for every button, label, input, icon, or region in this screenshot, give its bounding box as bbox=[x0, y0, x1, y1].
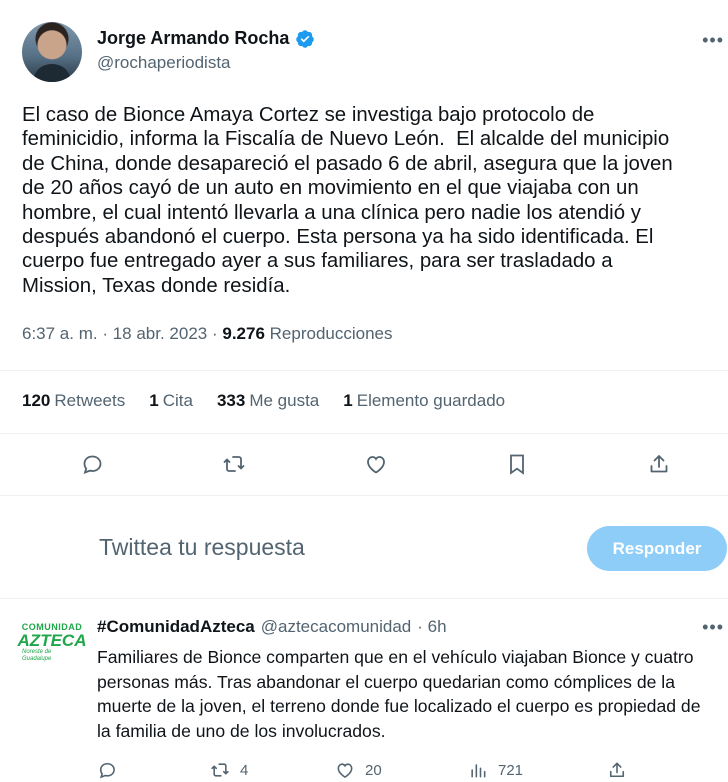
quotes-label: Cita bbox=[162, 391, 193, 410]
retweet-icon bbox=[211, 763, 229, 777]
retweet-button[interactable] bbox=[216, 446, 252, 482]
tweet-actions bbox=[0, 446, 728, 482]
share-icon bbox=[609, 762, 625, 778]
views-icon bbox=[471, 764, 486, 778]
reply-views-button[interactable]: 721 bbox=[468, 760, 523, 780]
author-handle[interactable]: @rochaperiodista bbox=[97, 53, 231, 73]
reply-text: Familiares de Bionce comparten que en el… bbox=[97, 647, 701, 741]
reply-retweet-count: 4 bbox=[240, 761, 249, 779]
reply-like-button[interactable]: 20 bbox=[335, 760, 382, 780]
quotes-stat[interactable]: 1 Cita bbox=[149, 391, 193, 411]
like-icon bbox=[367, 456, 385, 474]
retweets-count: 120 bbox=[22, 391, 51, 410]
reply-retweet-button[interactable]: 4 bbox=[210, 760, 248, 780]
reply-author-handle[interactable]: @aztecacomunidad bbox=[261, 617, 412, 637]
author-name-row[interactable]: Jorge Armando Rocha bbox=[97, 28, 315, 49]
views-label: Reproducciones bbox=[269, 324, 393, 343]
divider bbox=[0, 370, 728, 371]
retweets-label: Retweets bbox=[54, 391, 126, 410]
tweet-meta: 6:37 a. m. · 18 abr. 2023 · 9.276 Reprod… bbox=[22, 324, 393, 344]
share-button[interactable] bbox=[641, 446, 677, 482]
reply-button[interactable] bbox=[74, 446, 110, 482]
reply-actions: 4 20 721 bbox=[97, 760, 717, 782]
likes-label: Me gusta bbox=[249, 391, 320, 410]
retweet-icon bbox=[223, 456, 245, 472]
verified-badge-icon bbox=[296, 29, 315, 48]
author-name[interactable]: Jorge Armando Rocha bbox=[97, 28, 289, 49]
logo-top-text: COMUNIDAD bbox=[21, 621, 83, 632]
more-options-icon[interactable]: ••• bbox=[702, 30, 724, 51]
bookmark-icon bbox=[510, 454, 524, 475]
reply-icon bbox=[83, 455, 102, 475]
divider bbox=[0, 433, 728, 434]
tweet-timestamp[interactable]: 6:37 a. m. · 18 abr. 2023 · bbox=[22, 324, 218, 343]
likes-stat[interactable]: 333 Me gusta bbox=[217, 391, 319, 411]
logo-bot-text: Noreste de Guadalupe bbox=[22, 648, 52, 662]
divider bbox=[0, 495, 728, 496]
reply-input[interactable]: Twittea tu respuesta bbox=[99, 534, 305, 561]
like-icon bbox=[337, 763, 353, 778]
reply-icon bbox=[99, 762, 115, 779]
logo-mid-text: AZTECA bbox=[17, 630, 87, 650]
quotes-count: 1 bbox=[149, 391, 159, 410]
bookmarks-stat[interactable]: 1 Elemento guardado bbox=[343, 391, 505, 411]
retweets-stat[interactable]: 120 Retweets bbox=[22, 391, 125, 411]
reply-more-options-icon[interactable]: ••• bbox=[702, 617, 724, 638]
reply-views-count: 721 bbox=[498, 761, 524, 779]
share-icon bbox=[650, 455, 668, 473]
bookmarks-count: 1 bbox=[343, 391, 353, 410]
tweet-text: El caso de Bionce Amaya Cortez se invest… bbox=[22, 104, 673, 297]
divider bbox=[0, 598, 728, 599]
respond-button[interactable]: Responder bbox=[587, 526, 727, 571]
reply-timestamp[interactable]: · 6h bbox=[417, 617, 446, 637]
reply-reply-button[interactable] bbox=[97, 760, 117, 780]
tweet-stats: 120 Retweets 1 Cita 333 Me gusta 1 Elemento … bbox=[22, 391, 505, 411]
like-button[interactable] bbox=[358, 446, 394, 482]
likes-count: 333 bbox=[216, 391, 246, 410]
bookmark-button[interactable] bbox=[499, 446, 535, 482]
bookmarks-label: Elemento guardado bbox=[356, 391, 506, 410]
author-avatar[interactable] bbox=[22, 22, 82, 82]
reply-header: #ComunidadAzteca @aztecacomunidad · 6h bbox=[97, 617, 447, 637]
reply-like-count: 20 bbox=[365, 761, 382, 779]
reply-share-button[interactable] bbox=[607, 760, 627, 780]
reply-author-logo[interactable]: COMUNIDAD AZTECA Noreste de Guadalupe bbox=[18, 621, 87, 662]
views-count: 9.276 bbox=[222, 324, 265, 343]
reply-author-name[interactable]: #ComunidadAzteca bbox=[97, 617, 255, 637]
